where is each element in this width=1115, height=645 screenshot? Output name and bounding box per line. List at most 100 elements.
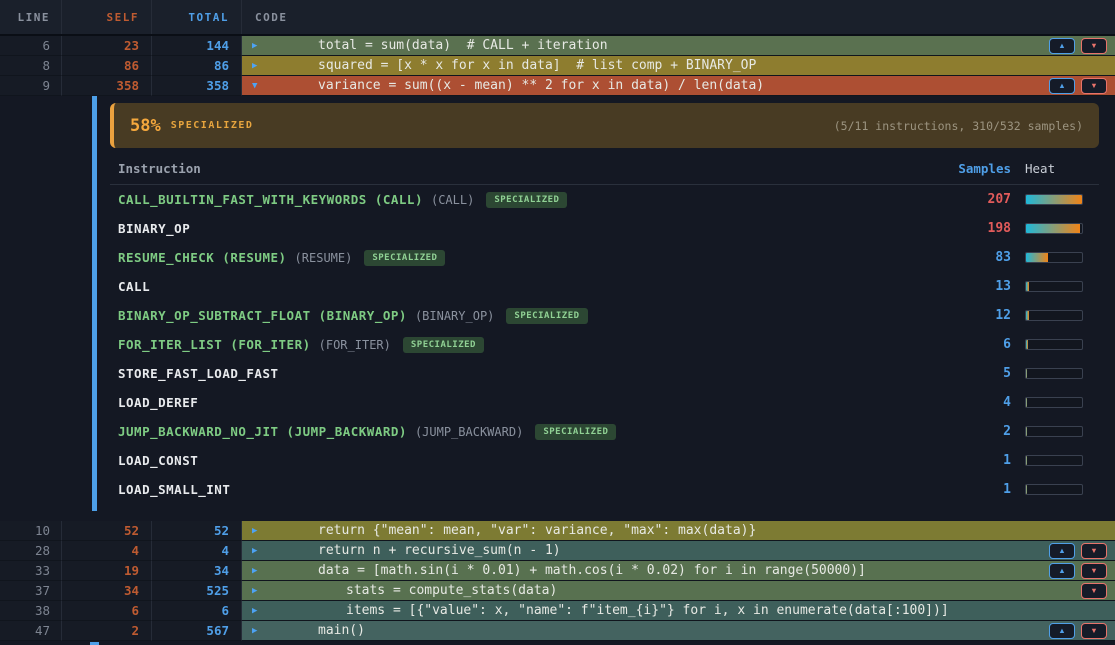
code-line-row[interactable]: 472567▶main()▲▼	[0, 621, 1115, 641]
code-line-row[interactable]: 623144▶total = sum(data) # CALL + iterat…	[0, 36, 1115, 56]
code-text: squared = [x * x for x in data] # list c…	[318, 58, 756, 73]
jump-down-button[interactable]: ▼	[1081, 543, 1107, 559]
heat-bar-fill	[1026, 311, 1029, 320]
total-sample-count: 525	[152, 581, 242, 601]
expand-arrow-icon[interactable]: ▶	[252, 61, 266, 71]
code-cell[interactable]: ▶main()▲▼	[242, 621, 1115, 641]
code-line-row[interactable]: 3866▶items = [{"value": x, "name": f"ite…	[0, 601, 1115, 621]
code-line-row[interactable]: 331934▶data = [math.sin(i * 0.01) + math…	[0, 561, 1115, 581]
expand-arrow-icon[interactable]: ▶	[252, 566, 266, 576]
sample-count: 1	[931, 482, 1011, 497]
expand-arrow-icon[interactable]: ▶	[252, 606, 266, 616]
down-arrow-icon: ▼	[1090, 587, 1097, 595]
column-header-instruction[interactable]: Instruction	[110, 161, 931, 176]
jump-up-button[interactable]: ▲	[1049, 78, 1075, 94]
jump-up-button[interactable]: ▲	[1049, 38, 1075, 54]
total-sample-count: 52	[152, 521, 242, 541]
column-header-code[interactable]: CODE	[242, 0, 1115, 34]
heat-cell	[1011, 252, 1099, 263]
row-nav-buttons: ▲▼	[1049, 563, 1107, 579]
heat-bar-fill	[1026, 369, 1027, 378]
instruction-row: LOAD_CONST1	[110, 446, 1099, 475]
instruction-name-cell: RESUME_CHECK (RESUME)(RESUME)SPECIALIZED	[110, 250, 931, 266]
column-header-total[interactable]: TOTAL	[152, 0, 242, 34]
jump-up-button[interactable]: ▲	[1049, 623, 1075, 639]
collapse-arrow-icon[interactable]: ▼	[252, 81, 266, 91]
profiler-app: LINE SELF TOTAL CODE 623144▶total = sum(…	[0, 0, 1115, 645]
column-header-self[interactable]: SELF	[62, 0, 152, 34]
self-sample-count: 4	[62, 541, 152, 561]
jump-up-button[interactable]: ▲	[1049, 563, 1075, 579]
line-number: 6	[0, 36, 62, 56]
column-header-samples[interactable]: Samples	[931, 161, 1011, 176]
line-number: 28	[0, 541, 62, 561]
code-line-row[interactable]: 2844▶return n + recursive_sum(n - 1)▲▼	[0, 541, 1115, 561]
instruction-row: LOAD_SMALL_INT1	[110, 475, 1099, 504]
instruction-name: BINARY_OP_SUBTRACT_FLOAT (BINARY_OP)	[118, 308, 407, 323]
sample-count: 6	[931, 337, 1011, 352]
jump-down-button[interactable]: ▼	[1081, 78, 1107, 94]
heat-bar	[1025, 368, 1083, 379]
code-text: items = [{"value": x, "name": f"item_{i}…	[346, 603, 949, 618]
total-sample-count: 358	[152, 76, 242, 96]
line-number: 38	[0, 601, 62, 621]
specialized-badge: SPECIALIZED	[364, 250, 445, 266]
instruction-name: LOAD_DEREF	[118, 395, 198, 410]
heat-bar	[1025, 281, 1083, 292]
instruction-base-name: (FOR_ITER)	[319, 338, 391, 352]
expand-arrow-icon[interactable]: ▶	[252, 546, 266, 556]
table-header: LINE SELF TOTAL CODE	[0, 0, 1115, 36]
instruction-name: CALL	[118, 279, 150, 294]
instruction-name-cell: LOAD_SMALL_INT	[110, 482, 931, 497]
specialized-badge: SPECIALIZED	[506, 308, 587, 324]
instruction-name-cell: FOR_ITER_LIST (FOR_ITER)(FOR_ITER)SPECIA…	[110, 337, 931, 353]
jump-down-button[interactable]: ▼	[1081, 623, 1107, 639]
heat-bar-fill	[1026, 195, 1082, 204]
line-number: 47	[0, 621, 62, 641]
code-cell[interactable]: ▶stats = compute_stats(data)▼	[242, 581, 1115, 601]
up-arrow-icon: ▲	[1058, 567, 1065, 575]
code-cell[interactable]: ▼ variance = sum((x - mean) ** 2 for x in…	[242, 76, 1115, 96]
jump-up-button[interactable]: ▲	[1049, 543, 1075, 559]
sample-count: 83	[931, 250, 1011, 265]
instruction-row: STORE_FAST_LOAD_FAST5	[110, 359, 1099, 388]
heat-bar	[1025, 426, 1083, 437]
line-number: 10	[0, 521, 62, 541]
sample-count: 207	[931, 192, 1011, 207]
panel-left-accent-line	[92, 96, 97, 511]
heat-bar	[1025, 397, 1083, 408]
sample-count: 4	[931, 395, 1011, 410]
jump-down-button[interactable]: ▼	[1081, 583, 1107, 599]
code-line-row[interactable]: 3734525▶stats = compute_stats(data)▼	[0, 581, 1115, 601]
heat-cell	[1011, 397, 1099, 408]
code-line-row[interactable]: 9358358▼variance = sum((x - mean) ** 2 f…	[0, 76, 1115, 96]
expand-arrow-icon[interactable]: ▶	[252, 41, 266, 51]
total-sample-count: 144	[152, 36, 242, 56]
line-number: 33	[0, 561, 62, 581]
code-text: main()	[318, 623, 365, 638]
code-cell[interactable]: ▶total = sum(data) # CALL + iteration▲▼	[242, 36, 1115, 56]
sample-count: 198	[931, 221, 1011, 236]
code-cell[interactable]: ▶return n + recursive_sum(n - 1)▲▼	[242, 541, 1115, 561]
total-sample-count: 86	[152, 56, 242, 76]
code-line-row[interactable]: 105252▶return {"mean": mean, "var": vari…	[0, 521, 1115, 541]
code-cell[interactable]: ▶return {"mean": mean, "var": variance, …	[242, 521, 1115, 541]
expand-arrow-icon[interactable]: ▶	[252, 526, 266, 536]
expand-arrow-icon[interactable]: ▶	[252, 626, 266, 636]
heat-bar	[1025, 310, 1083, 321]
column-header-heat[interactable]: Heat	[1011, 161, 1099, 176]
jump-down-button[interactable]: ▼	[1081, 38, 1107, 54]
heat-cell	[1011, 484, 1099, 495]
code-cell[interactable]: ▶data = [math.sin(i * 0.01) + math.cos(i…	[242, 561, 1115, 581]
row-nav-buttons: ▲▼	[1049, 623, 1107, 639]
code-text: variance = sum((x - mean) ** 2 for x in …	[318, 78, 764, 93]
code-cell[interactable]: ▶ items = [{"value": x, "name": f"item_{i…	[242, 601, 1115, 621]
self-sample-count: 86	[62, 56, 152, 76]
expand-arrow-icon[interactable]: ▶	[252, 586, 266, 596]
code-line-row[interactable]: 88686▶squared = [x * x for x in data] # …	[0, 56, 1115, 76]
column-header-line[interactable]: LINE	[0, 0, 62, 34]
down-arrow-icon: ▼	[1090, 547, 1097, 555]
code-cell[interactable]: ▶ squared = [x * x for x in data] # list …	[242, 56, 1115, 76]
jump-down-button[interactable]: ▼	[1081, 563, 1107, 579]
up-arrow-icon: ▲	[1058, 82, 1065, 90]
